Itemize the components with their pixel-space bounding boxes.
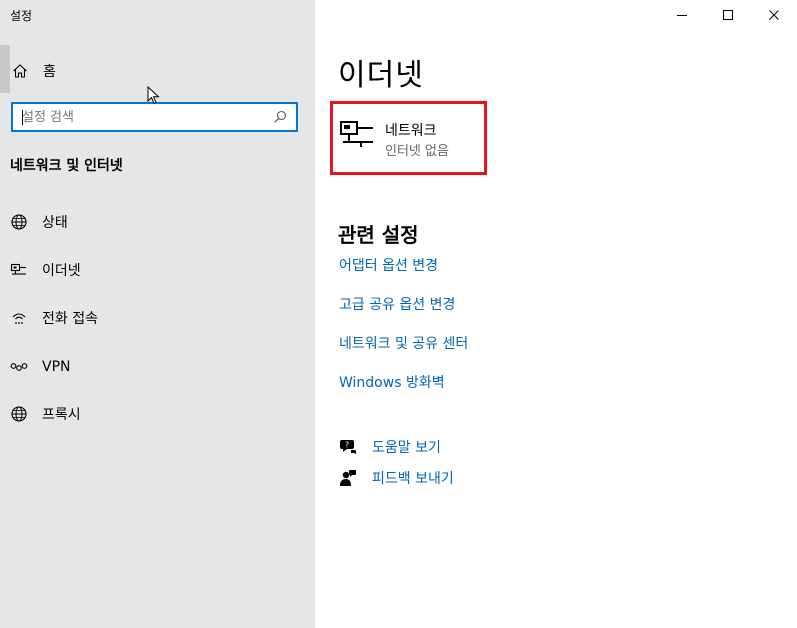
sidebar-item-dialup[interactable]: 전화 접속 (10, 305, 98, 331)
ethernet-icon (10, 261, 28, 279)
feedback-icon (339, 469, 357, 487)
app-title: 설정 (10, 9, 33, 23)
help-chat-icon: ? (339, 438, 357, 456)
sidebar-item-label: 이더넷 (42, 263, 81, 279)
maximize-icon (723, 10, 733, 20)
svg-text:?: ? (345, 441, 349, 450)
search-input[interactable] (13, 104, 270, 130)
network-status: 인터넷 없음 (385, 144, 449, 159)
search-box[interactable] (11, 102, 298, 132)
sidebar-section-heading: 네트워크 및 인터넷 (10, 158, 123, 174)
dialup-icon (10, 309, 28, 327)
send-feedback-link[interactable]: 피드백 보내기 (339, 467, 454, 489)
help-label: 도움말 보기 (372, 440, 441, 456)
globe-status-icon (10, 213, 28, 231)
ethernet-network-icon (340, 121, 373, 147)
network-name: 네트워크 (385, 123, 437, 139)
advanced-sharing-link[interactable]: 고급 공유 옵션 변경 (339, 294, 455, 314)
minimize-button[interactable] (659, 0, 705, 30)
home-icon (10, 61, 30, 81)
window-controls (659, 0, 797, 30)
minimize-icon (677, 15, 687, 16)
search-icon[interactable] (270, 107, 290, 127)
sidebar-item-proxy[interactable]: 프록시 (10, 401, 81, 427)
feedback-label: 피드백 보내기 (372, 471, 454, 487)
text-caret (22, 110, 23, 125)
sidebar-item-vpn[interactable]: VPN (10, 354, 71, 380)
close-button[interactable] (751, 0, 797, 30)
get-help-link[interactable]: ? 도움말 보기 (339, 436, 441, 458)
windows-firewall-link[interactable]: Windows 방화벽 (339, 372, 445, 392)
related-settings-heading: 관련 설정 (338, 223, 419, 247)
sidebar-item-label: VPN (42, 359, 71, 375)
sidebar-item-label: 홈 (43, 64, 56, 80)
vpn-icon (10, 358, 28, 376)
network-card[interactable]: 네트워크 인터넷 없음 (330, 101, 487, 175)
mouse-pointer-icon (147, 86, 160, 105)
sidebar-item-home[interactable]: 홈 (10, 58, 56, 84)
close-icon (769, 10, 779, 20)
globe-icon (10, 405, 28, 423)
sidebar-item-status[interactable]: 상태 (10, 209, 68, 235)
sidebar-item-label: 상태 (42, 215, 68, 231)
sidebar-item-label: 전화 접속 (42, 311, 98, 327)
sidebar: 설정 홈 네트워크 및 인터넷 상태 이더넷 전화 접속 (0, 0, 315, 628)
maximize-button[interactable] (705, 0, 751, 30)
adapter-options-link[interactable]: 어댑터 옵션 변경 (339, 255, 438, 275)
network-sharing-center-link[interactable]: 네트워크 및 공유 센터 (339, 333, 468, 353)
sidebar-item-label: 프록시 (42, 407, 81, 423)
sidebar-scrollbar[interactable] (0, 45, 10, 93)
page-title: 이더넷 (338, 58, 424, 93)
sidebar-item-ethernet[interactable]: 이더넷 (10, 257, 81, 283)
